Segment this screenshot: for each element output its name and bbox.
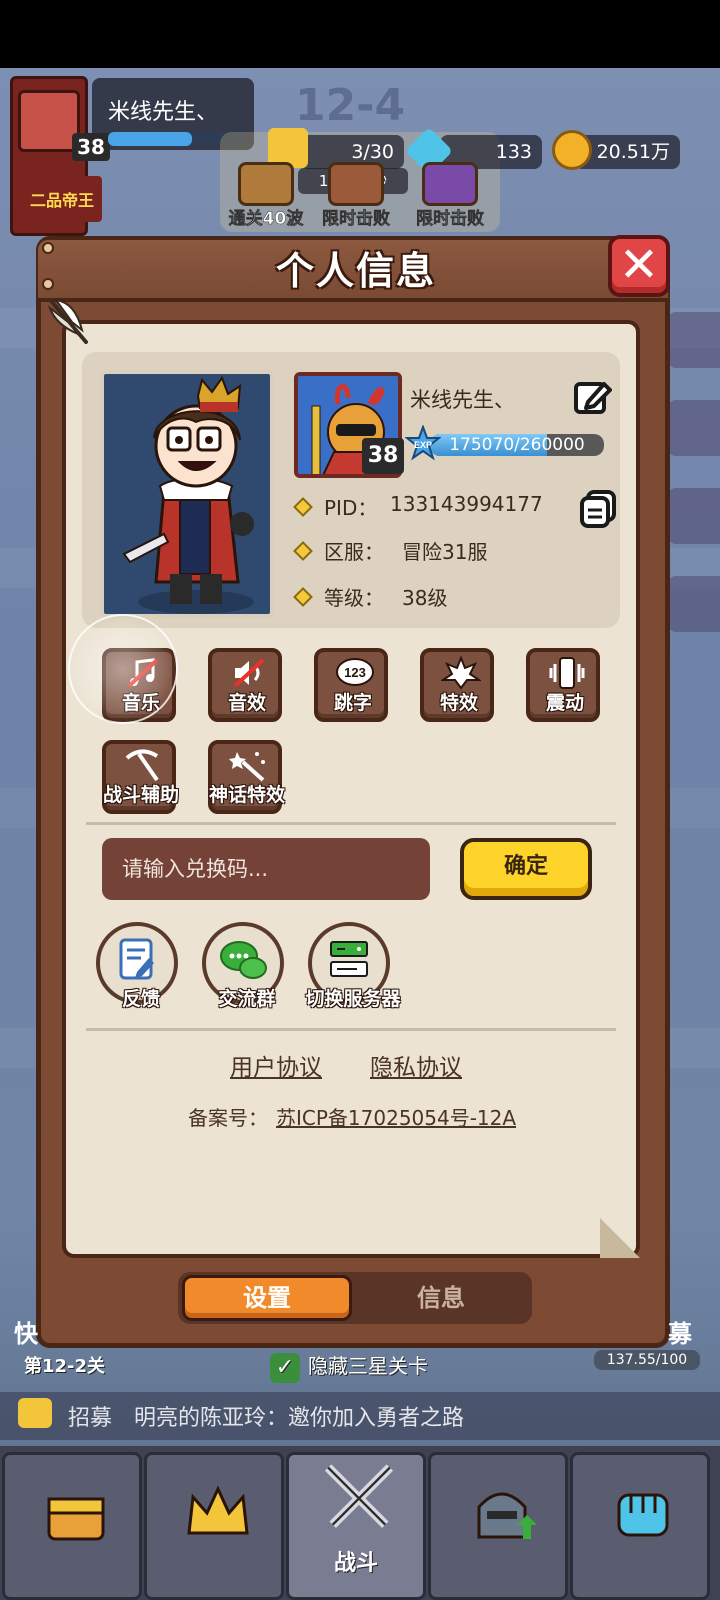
tab-settings[interactable]: 设置 <box>182 1275 352 1321</box>
special-effect-toggle[interactable]: 特效 <box>420 648 494 722</box>
level-value: 38级 <box>402 586 448 610</box>
hide-3star-toggle[interactable]: ✓ 隐藏三星关卡 <box>270 1350 428 1383</box>
sound-effect-label: 音效 <box>227 692 266 714</box>
side-button[interactable] <box>668 400 720 456</box>
chest-icon <box>422 162 478 206</box>
player-name: 米线先生、 <box>108 100 219 125</box>
exp-label: EXP <box>414 440 432 450</box>
recruit-button-label[interactable]: 募 <box>668 1314 692 1349</box>
svg-text:123: 123 <box>344 665 366 680</box>
task-label: 通关40波 <box>228 209 304 230</box>
close-icon: ✕ <box>618 237 660 293</box>
icp-link[interactable]: 苏ICP备17025054号-12A <box>276 1102 516 1131</box>
gold-coin-icon <box>552 130 592 170</box>
nav-battle[interactable]: 战斗 <box>286 1452 426 1600</box>
pid-value: 133143994177 <box>390 492 543 516</box>
server-value: 冒险31服 <box>402 540 488 564</box>
panel-title: 个人信息 <box>275 249 436 293</box>
stage-label: 第12-2关 <box>24 1356 106 1377</box>
checkbox-checked-icon: ✓ <box>270 1352 300 1383</box>
recruit-progress: 137.55/100 <box>594 1350 700 1370</box>
tutorial-highlight <box>68 614 178 724</box>
myth-effect-toggle[interactable]: 神话特效 <box>208 740 285 814</box>
chest-icon <box>238 162 294 206</box>
nav-rank[interactable] <box>144 1452 284 1600</box>
pickaxe-icon <box>125 749 159 782</box>
pid-label: PID： <box>324 496 378 520</box>
chat-icon <box>220 941 267 979</box>
stage-title: 12-4 <box>295 80 406 131</box>
crown-icon <box>187 1485 249 1535</box>
task-label: 限时击败 <box>322 209 391 230</box>
recruit-text: 明亮的陈亚玲：邀你加入勇者之路 <box>134 1406 465 1431</box>
copy-icon[interactable] <box>578 488 618 528</box>
explosion-icon <box>441 656 481 690</box>
nav-hero[interactable] <box>428 1452 568 1600</box>
close-button[interactable]: ✕ <box>608 235 670 297</box>
crossed-swords-icon <box>324 1464 394 1528</box>
paper-fold-decoration <box>600 1218 640 1258</box>
recruit-tag: 招募 <box>68 1406 113 1431</box>
special-effect-label: 特效 <box>439 692 478 714</box>
fist-icon <box>617 1493 669 1537</box>
side-button[interactable] <box>668 312 720 368</box>
damage-number-toggle[interactable]: 123 跳字 <box>314 648 388 722</box>
redeem-code-input[interactable] <box>102 838 430 900</box>
divider <box>86 822 616 825</box>
divider <box>86 1028 616 1031</box>
server-label: 区服： <box>324 540 384 564</box>
server-icon <box>330 941 368 977</box>
edit-icon[interactable] <box>572 378 612 418</box>
feedback-icon <box>119 938 154 980</box>
message-icon <box>18 1398 52 1428</box>
icp-label: 备案号： <box>188 1106 268 1130</box>
hide-3star-label: 隐藏三星关卡 <box>308 1354 428 1378</box>
player-avatar[interactable] <box>18 90 80 152</box>
feather-icon <box>48 298 88 344</box>
character-portrait <box>100 370 274 618</box>
task-item[interactable]: 限时击败 <box>312 150 400 230</box>
quick-button-label[interactable]: 快 <box>14 1314 38 1349</box>
nav-shop[interactable] <box>2 1452 142 1600</box>
confirm-button[interactable]: 确定 <box>460 838 592 900</box>
myth-effect-label: 神话特效 <box>208 784 285 806</box>
exp-star-icon: EXP <box>405 425 441 461</box>
vibration-label: 震动 <box>545 692 584 714</box>
nav-battle-label: 战斗 <box>333 1551 378 1576</box>
status-bar <box>0 0 720 68</box>
exp-value: 175070/260000 <box>449 435 585 455</box>
user-agreement-link[interactable]: 用户协议 <box>230 1048 322 1082</box>
shop-chest-icon <box>47 1497 105 1541</box>
privacy-policy-link[interactable]: 隐私协议 <box>370 1048 462 1082</box>
server-row: 区服： 冒险31服 <box>293 536 487 566</box>
switch-server-label: 切换服务器 <box>305 988 401 1010</box>
battle-assist-label: 战斗辅助 <box>102 784 179 806</box>
level-row: 等级： 38级 <box>293 582 447 612</box>
avatar-level-badge: 38 <box>362 438 404 474</box>
side-button[interactable] <box>668 488 720 544</box>
chest-icon <box>328 162 384 206</box>
task-item[interactable]: 限时击败 <box>406 150 494 230</box>
tab-info[interactable]: 信息 <box>356 1275 526 1321</box>
player-level-badge: 38 <box>72 133 110 161</box>
recruit-message: 招募 明亮的陈亚玲：邀你加入勇者之路 <box>68 1400 464 1432</box>
task-item[interactable]: 通关40波 <box>222 150 310 230</box>
sound-off-icon <box>233 658 265 688</box>
vibration-toggle[interactable]: 震动 <box>526 648 600 722</box>
knight-helmet-icon <box>477 1492 537 1539</box>
rank-badge: 二品帝王 <box>22 176 102 222</box>
user-name: 米线先生、 <box>410 388 515 412</box>
side-button[interactable] <box>668 576 720 632</box>
pid-row: PID： 133143994177 <box>293 492 543 522</box>
level-label: 等级： <box>324 586 384 610</box>
damage-number-label: 跳字 <box>333 692 372 714</box>
switch-server-button[interactable]: 切换服务器 <box>305 922 401 1010</box>
magic-wand-icon <box>229 752 265 782</box>
sound-effect-toggle[interactable]: 音效 <box>208 648 282 722</box>
vibration-icon <box>549 657 585 689</box>
damage-numbers-icon: 123 <box>336 658 374 686</box>
nav-strength[interactable] <box>570 1452 710 1600</box>
task-label: 限时击败 <box>416 209 485 230</box>
battle-assist-toggle[interactable]: 战斗辅助 <box>102 740 179 814</box>
